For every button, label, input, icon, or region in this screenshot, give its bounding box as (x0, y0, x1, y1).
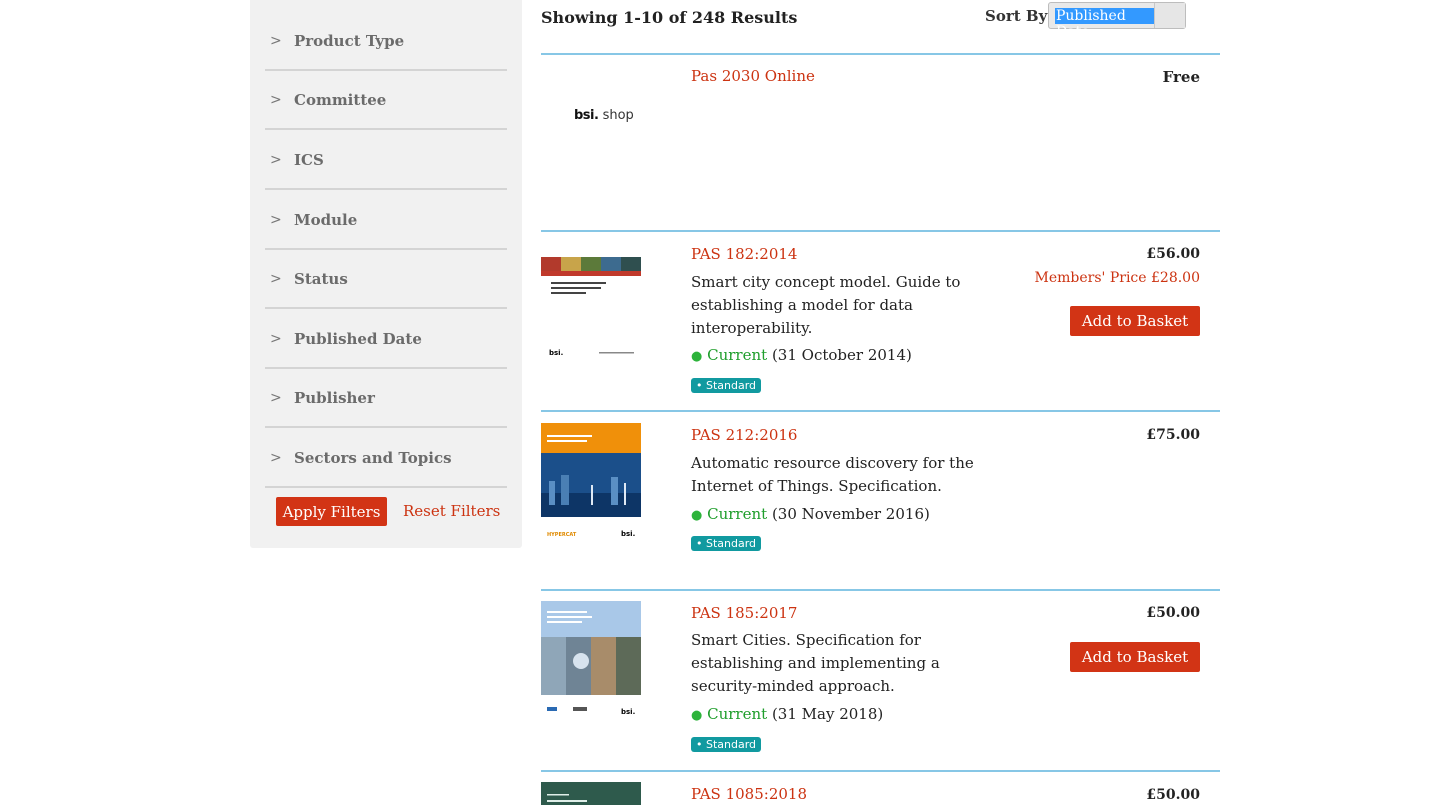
cover-brand: bsi. (549, 349, 563, 357)
result-divider (541, 53, 1220, 55)
filter-publisher[interactable]: > Publisher (265, 369, 507, 428)
status-date: (31 May 2018) (771, 705, 884, 723)
chevron-right-icon: > (270, 91, 282, 108)
filter-sidebar: > Product Type > Committee > ICS > Modul… (250, 0, 522, 548)
product-status: ● Current (30 November 2016) (691, 505, 930, 523)
status-text: Current (707, 505, 768, 523)
status-date: (31 October 2014) (771, 346, 912, 364)
filter-published-date[interactable]: > Published Date (265, 310, 507, 369)
filter-label: Sectors and Topics (294, 448, 452, 467)
add-to-basket-button[interactable]: Add to Basket (1070, 306, 1200, 336)
standard-badge: • Standard (691, 737, 762, 752)
chevron-right-icon: > (270, 389, 282, 406)
chevron-right-icon: > (270, 449, 282, 466)
product-title-link[interactable]: PAS 182:2014 (691, 245, 797, 263)
cover-brand: bsi. (621, 708, 635, 716)
reset-filters-link[interactable]: Reset Filters (403, 502, 500, 520)
filter-sectors-and-topics[interactable]: > Sectors and Topics (265, 429, 507, 488)
product-cover-image[interactable]: bsi. (541, 251, 641, 361)
filter-module[interactable]: > Module (265, 191, 507, 250)
chevron-right-icon: > (270, 151, 282, 168)
sort-selected-value: Published Date (1055, 8, 1155, 40)
product-price: £75.00 (1146, 427, 1200, 443)
status-dot-icon: ● (691, 708, 703, 723)
result-divider (541, 770, 1220, 772)
product-description: Automatic resource discovery for the Int… (691, 454, 974, 495)
standard-badge: • Standard (691, 378, 762, 393)
filter-status[interactable]: > Status (265, 250, 507, 309)
product-description: Smart Cities. Specification for establis… (691, 631, 940, 695)
result-divider (541, 230, 1220, 232)
filter-label: Product Type (294, 31, 405, 50)
product-description: Smart city concept model. Guide to estab… (691, 273, 961, 337)
filter-label: Publisher (294, 388, 375, 407)
filter-label: Status (294, 269, 348, 288)
cover-brand: bsi. (621, 530, 635, 538)
result-divider (541, 589, 1220, 591)
results-count: Showing 1-10 of 248 Results (541, 8, 798, 27)
filter-label: Committee (294, 90, 387, 109)
status-date: (30 November 2016) (771, 505, 930, 523)
product-cover-image[interactable] (541, 782, 641, 805)
chevron-right-icon: > (270, 330, 282, 347)
cover-partner: HYPERCAT (547, 532, 577, 538)
filter-label: Module (294, 210, 358, 229)
filter-ics[interactable]: > ICS (265, 131, 507, 190)
filter-committee[interactable]: > Committee (265, 71, 507, 130)
filter-label: Published Date (294, 329, 422, 348)
chevron-right-icon: > (270, 32, 282, 49)
product-price: Free (1162, 68, 1200, 86)
status-dot-icon: ● (691, 508, 703, 523)
product-price: £50.00 (1146, 605, 1200, 621)
product-title-link[interactable]: PAS 185:2017 (691, 604, 797, 622)
apply-filters-button[interactable]: Apply Filters (276, 497, 387, 526)
standard-badge: • Standard (691, 536, 762, 551)
result-divider (541, 410, 1220, 412)
chevron-right-icon: > (270, 211, 282, 228)
product-title-link[interactable]: Pas 2030 Online (691, 67, 815, 85)
sort-select[interactable]: Published Date (1048, 2, 1186, 40)
product-title-link[interactable]: PAS 212:2016 (691, 426, 797, 444)
dropdown-arrow-icon (1154, 3, 1185, 28)
product-cover-image[interactable]: HYPERCAT bsi. (541, 423, 641, 543)
filter-label: ICS (294, 150, 324, 169)
product-price: £50.00 (1146, 787, 1200, 803)
product-status: ● Current (31 May 2018) (691, 705, 883, 723)
status-text: Current (707, 346, 768, 364)
bsi-shop-logo: bsi. shop (574, 108, 634, 123)
status-dot-icon: ● (691, 349, 703, 364)
members-price: Members' Price £28.00 (1034, 270, 1200, 286)
product-title-link[interactable]: PAS 1085:2018 (691, 785, 807, 803)
sort-label: Sort By (985, 7, 1048, 25)
product-status: ● Current (31 October 2014) (691, 346, 912, 364)
product-price: £56.00 (1146, 246, 1200, 262)
product-cover-image[interactable]: bsi. (541, 601, 641, 721)
chevron-right-icon: > (270, 270, 282, 287)
filter-product-type[interactable]: > Product Type (265, 12, 507, 71)
add-to-basket-button[interactable]: Add to Basket (1070, 642, 1200, 672)
status-text: Current (707, 705, 768, 723)
